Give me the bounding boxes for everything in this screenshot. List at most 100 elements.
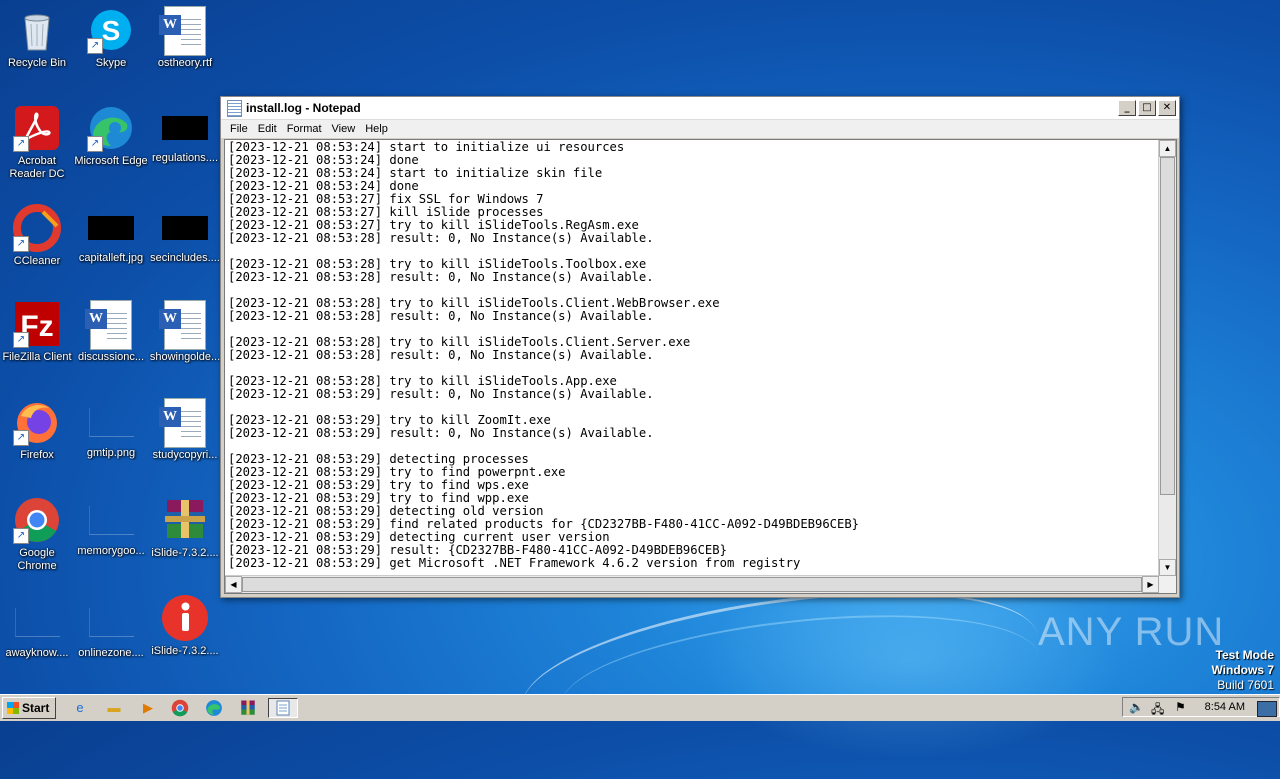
file-icon xyxy=(88,506,134,535)
desktop-icon-studycopyri[interactable]: W studycopyri... xyxy=(148,398,222,462)
desktop-icon-discussionc[interactable]: W discussionc... xyxy=(74,300,148,364)
window-titlebar[interactable]: install.log - Notepad _ □ ✕ xyxy=(221,97,1179,120)
desktop-icon-edge[interactable]: ↗ Microsoft Edge xyxy=(74,104,148,168)
windows-logo-icon xyxy=(7,702,19,714)
desktop-icon-label: discussionc... xyxy=(77,351,145,363)
text-editor-area[interactable]: [2023-12-21 08:53:24] start to initializ… xyxy=(224,139,1177,594)
desktop-icon-skype[interactable]: S ↗ Skype xyxy=(74,6,148,70)
notepad-icon xyxy=(227,99,242,117)
test-mode-line: Test Mode xyxy=(1215,648,1274,662)
desktop-icon-capitalleft[interactable]: capitalleft.jpg xyxy=(74,204,148,265)
vertical-scroll-thumb[interactable] xyxy=(1160,157,1175,495)
build-line: Build 7601 xyxy=(1217,678,1274,692)
desktop-icon-label: memorygoo... xyxy=(77,545,145,557)
word-document-icon: W xyxy=(85,300,135,350)
file-icon xyxy=(14,608,60,637)
desktop-icon-filezilla[interactable]: Fz ↗ FileZilla Client xyxy=(0,300,74,364)
action-center-flag-icon[interactable]: ⚑ xyxy=(1175,700,1186,714)
horizontal-scrollbar[interactable]: ◀ ▶ xyxy=(225,575,1159,593)
desktop-icon-label: secincludes.... xyxy=(150,252,220,264)
shortcut-arrow-icon: ↗ xyxy=(13,332,29,348)
word-document-icon: W xyxy=(159,300,209,350)
desktop-icon-ostheory[interactable]: W ostheory.rtf xyxy=(148,6,222,70)
taskbar-clock[interactable]: 8:54 AM xyxy=(1205,701,1245,713)
image-thumbnail xyxy=(88,216,134,240)
shortcut-arrow-icon: ↗ xyxy=(13,430,29,446)
acrobat-icon: ↗ xyxy=(13,104,61,152)
desktop-icon-chrome[interactable]: ↗ Google Chrome xyxy=(0,496,74,573)
skype-icon: S ↗ xyxy=(87,6,135,54)
desktop-icon-label: regulations.... xyxy=(151,152,219,164)
desktop-icon-label: CCleaner xyxy=(13,255,61,267)
volume-icon[interactable]: 🔈 xyxy=(1129,700,1144,714)
media-player-icon[interactable]: ▶ xyxy=(136,698,160,718)
desktop-icon-showingolde[interactable]: W showingolde... xyxy=(148,300,222,364)
desktop-icon-recycle-bin[interactable]: Recycle Bin xyxy=(0,6,74,70)
scroll-up-arrow-icon[interactable]: ▲ xyxy=(1159,140,1176,157)
islide-icon xyxy=(161,594,209,642)
desktop-icon-label: FileZilla Client xyxy=(2,351,72,363)
desktop-icon-memorygoo[interactable]: memorygoo... xyxy=(74,496,148,558)
network-icon[interactable]: 🖧 xyxy=(1151,700,1164,721)
desktop-icon-label: ostheory.rtf xyxy=(157,57,213,69)
desktop-icon-ccleaner[interactable]: ↗ CCleaner xyxy=(0,204,74,268)
image-thumbnail xyxy=(162,216,208,240)
desktop-icon-firefox[interactable]: ↗ Firefox xyxy=(0,398,74,462)
desktop-icon-label: Acrobat Reader DC xyxy=(9,155,65,180)
menu-format[interactable]: Format xyxy=(282,123,327,135)
desktop-icon-awayknow[interactable]: awayknow.... xyxy=(0,598,74,660)
winrar-taskbar-icon[interactable] xyxy=(236,698,260,718)
minimize-button[interactable]: _ xyxy=(1118,100,1136,116)
desktop-icon-secincludes[interactable]: secincludes.... xyxy=(148,204,222,265)
menu-file[interactable]: File xyxy=(225,123,253,135)
chrome-icon: ↗ xyxy=(13,496,61,544)
filezilla-icon: Fz ↗ xyxy=(13,300,61,348)
desktop-icon-gmtip[interactable]: gmtip.png xyxy=(74,398,148,460)
file-icon xyxy=(88,608,134,637)
desktop-icon-label: Microsoft Edge xyxy=(74,155,148,167)
window-title: install.log - Notepad xyxy=(246,101,361,115)
scroll-down-arrow-icon[interactable]: ▼ xyxy=(1159,559,1176,576)
explorer-folder-icon[interactable]: ▬ xyxy=(102,698,126,718)
word-document-icon: W xyxy=(159,398,209,448)
start-button[interactable]: Start xyxy=(2,697,56,719)
internet-explorer-icon[interactable]: e xyxy=(68,698,92,718)
desktop-icon-label: Recycle Bin xyxy=(7,57,67,69)
desktop-icon-onlinezone[interactable]: onlinezone.... xyxy=(74,598,148,660)
desktop-icon-islide-archive[interactable]: iSlide-7.3.2.... xyxy=(148,496,222,560)
scroll-left-arrow-icon[interactable]: ◀ xyxy=(225,576,242,593)
menu-edit[interactable]: Edit xyxy=(253,123,282,135)
shortcut-arrow-icon: ↗ xyxy=(13,528,29,544)
desktop-icon-regulations[interactable]: regulations.... xyxy=(148,104,222,165)
desktop-icon-label: Google Chrome xyxy=(17,547,57,572)
notepad-window[interactable]: install.log - Notepad _ □ ✕ File Edit Fo… xyxy=(220,96,1180,598)
notepad-taskbar-button[interactable] xyxy=(268,698,298,718)
test-mode-notice: Test Mode Windows 7 Build 7601 xyxy=(1211,648,1274,693)
show-desktop-icon[interactable] xyxy=(1257,701,1277,717)
image-file-icon xyxy=(88,408,134,437)
log-content[interactable]: [2023-12-21 08:53:24] start to initializ… xyxy=(228,141,1158,575)
ccleaner-icon: ↗ xyxy=(13,204,61,252)
desktop-icon-label: onlinezone.... xyxy=(78,647,144,659)
desktop-icon-islide-installer[interactable]: iSlide-7.3.2.... xyxy=(148,594,222,658)
taskbar: Start e ▬ ▶ 🔈 🖧 ⚑ 8:54 AM xyxy=(0,694,1280,721)
desktop-icon-label: iSlide-7.3.2.... xyxy=(151,547,219,559)
maximize-button[interactable]: □ xyxy=(1138,100,1156,116)
wallpaper-streak xyxy=(554,595,1046,767)
desktop-icon-label: showingolde... xyxy=(149,351,221,363)
firefox-icon: ↗ xyxy=(13,398,61,446)
menu-view[interactable]: View xyxy=(327,123,361,135)
edge-taskbar-icon[interactable] xyxy=(202,698,226,718)
desktop-icon-acrobat[interactable]: ↗ Acrobat Reader DC xyxy=(0,104,74,181)
recycle-bin-icon xyxy=(13,6,61,54)
desktop-icon-label: Firefox xyxy=(20,449,54,461)
size-grip[interactable] xyxy=(1159,576,1176,593)
close-button[interactable]: ✕ xyxy=(1158,100,1176,116)
shortcut-arrow-icon: ↗ xyxy=(87,136,103,152)
chrome-taskbar-icon[interactable] xyxy=(168,698,192,718)
horizontal-scroll-thumb[interactable] xyxy=(242,577,1142,592)
menu-help[interactable]: Help xyxy=(360,123,393,135)
scroll-right-arrow-icon[interactable]: ▶ xyxy=(1142,576,1159,593)
image-thumbnail xyxy=(162,116,208,140)
vertical-scrollbar[interactable]: ▲ ▼ xyxy=(1158,140,1176,576)
